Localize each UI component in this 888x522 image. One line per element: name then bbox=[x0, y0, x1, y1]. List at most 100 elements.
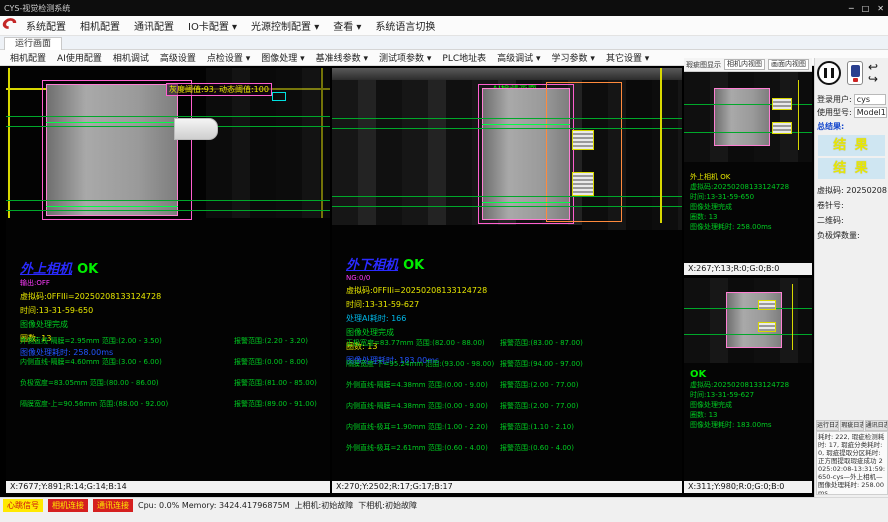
measurement-row: 外侧直线-极耳=2.61mm 范围:(0.60 - 4.00) 报警范围:(0.… bbox=[332, 443, 682, 464]
thumb-header: 瑕疵图显示 相机内视图 画面内视图 bbox=[684, 58, 812, 72]
thumb-camera-view-2[interactable]: OK 虚拟码:20250208133124728 时间:13-31-59-627… bbox=[684, 278, 812, 493]
middle-barcode-text: 虚拟码:0FFIIi=20250208133124728 bbox=[346, 285, 487, 296]
tool-plc-address-table[interactable]: PLC地址表 bbox=[442, 51, 486, 64]
middle-done-text: 图像处理完成 bbox=[346, 327, 487, 338]
thumb-line: 图像处理完成 bbox=[690, 202, 789, 212]
close-icon[interactable]: ✕ bbox=[877, 4, 884, 13]
menu-light-config[interactable]: 光源控制配置 ▾ bbox=[251, 18, 319, 33]
battery-cell-image bbox=[714, 88, 770, 146]
measure-line bbox=[482, 202, 570, 203]
middle-camera-title: 外下相机 bbox=[346, 258, 398, 273]
tool-other-settings[interactable]: 其它设置 ▾ bbox=[606, 51, 649, 64]
thumb-line: 虚拟码:20250208133124728 bbox=[690, 380, 789, 390]
tool-camera-debug[interactable]: 相机调试 bbox=[113, 51, 149, 64]
login-user-label: 登录用户: bbox=[817, 94, 852, 105]
measure-line bbox=[332, 128, 682, 129]
weld-spot-image bbox=[572, 172, 594, 196]
overlay-yellow-line bbox=[660, 68, 662, 223]
sidebar-icon-row: ↩↪ bbox=[815, 58, 888, 92]
menu-io-config[interactable]: IO卡配置 ▾ bbox=[188, 18, 237, 33]
measurement-row: 内侧直线-隔膜=4.60mm 范围:(3.00 - 6.00) 报警范围:(0.… bbox=[6, 357, 330, 378]
camera-icon bbox=[851, 65, 860, 77]
left-camera-title: 外上相机 bbox=[20, 262, 72, 277]
measure-text: 内侧直线-极耳=1.90mm 范围:(1.00 - 2.20) bbox=[346, 422, 488, 432]
thumb-camera-view-1[interactable]: 外上相机 OK 虚拟码:20250208133124728 时间:13-31-5… bbox=[684, 72, 812, 275]
measurement-row: 外侧直线-隔膜=4.38mm 范围:(0.00 - 9.00) 报警范围:(2.… bbox=[332, 380, 682, 401]
left-camera-view[interactable]: 灰度阈值:93, 动态阈值:100 外上相机 OK 输出:OFF 虚拟码:0FF… bbox=[6, 68, 330, 493]
log-text-area[interactable]: 耗时: 222, 瑕疵检测耗时: 17, 瑕疵分类耗时: 0, 瑕疵提取分区耗时… bbox=[816, 431, 888, 495]
comm-link-badge: 通讯连接 bbox=[93, 499, 133, 512]
result-box-1: 结 果 bbox=[818, 135, 885, 156]
tool-baseline-params[interactable]: 基准线参数 ▾ bbox=[316, 51, 368, 64]
model-label: 使用型号: bbox=[817, 107, 852, 118]
winding-pin-line: 卷针号: bbox=[815, 196, 888, 211]
log-tab-run[interactable]: 运行日志 bbox=[816, 420, 839, 431]
measurement-row: 正极宽度=83.77mm 范围:(82.00 - 88.00) 报警范围:(83… bbox=[332, 338, 682, 359]
tool-test-params[interactable]: 测试项参数 ▾ bbox=[379, 51, 431, 64]
menu-comm-config[interactable]: 通讯配置 bbox=[134, 18, 174, 33]
measure-text: 隔膜宽度-下=95.24mm 范围:(93.00 - 98.00) bbox=[346, 359, 494, 369]
lower-camera-status-text: 下相机:初始故障 bbox=[358, 500, 417, 511]
left-time-text: 时间:13-31-59-650 bbox=[20, 305, 161, 316]
battery-cell-image bbox=[46, 84, 178, 216]
thumb2-text-block: OK 虚拟码:20250208133124728 时间:13-31-59-627… bbox=[690, 370, 789, 430]
roi-orange-box bbox=[546, 82, 622, 222]
camera-inner-view-button[interactable]: 相机内视图 bbox=[724, 59, 765, 70]
threshold-label: 灰度阈值:93, 动态阈值:100 bbox=[166, 83, 272, 96]
tool-image-processing[interactable]: 图像处理 ▾ bbox=[261, 51, 304, 64]
machinery-texture bbox=[332, 68, 682, 80]
measure-text: 内侧直线-隔膜=4.60mm 范围:(3.00 - 6.00) bbox=[20, 357, 162, 367]
login-user-field[interactable]: cys bbox=[854, 94, 886, 105]
pause-button[interactable] bbox=[817, 61, 841, 85]
tool-learning-params[interactable]: 学习参数 ▾ bbox=[552, 51, 595, 64]
undo-arrow-icon[interactable]: ↩↪ bbox=[868, 61, 878, 85]
middle-measurement-rows: 正极宽度=83.77mm 范围:(82.00 - 88.00) 报警范围:(83… bbox=[332, 338, 682, 464]
alarm-text: 报警范围:(89.00 - 91.00) bbox=[234, 399, 317, 409]
measurement-row: 隔膜宽度-下=95.24mm 范围:(93.00 - 98.00) 报警范围:(… bbox=[332, 359, 682, 380]
result-box-2: 结 果 bbox=[818, 158, 885, 179]
middle-coords-bar: X:270;Y:2502;R:17;G:17;B:17 bbox=[332, 481, 682, 493]
maximize-icon[interactable]: □ bbox=[862, 4, 870, 13]
tool-advanced-settings[interactable]: 高级设置 bbox=[160, 51, 196, 64]
left-coords-bar: X:7677;Y:891;R:14;G:14;B:14 bbox=[6, 481, 330, 493]
measure-text: 负极宽度=83.05mm 范围:(80.00 - 86.00) bbox=[20, 378, 159, 388]
alarm-text: 报警范围:(2.00 - 77.00) bbox=[500, 380, 578, 390]
menu-camera-config[interactable]: 相机配置 bbox=[80, 18, 120, 33]
tool-spotcheck-settings[interactable]: 点检设置 ▾ bbox=[207, 51, 250, 64]
measure-line bbox=[332, 196, 682, 197]
left-camera-status: OK bbox=[77, 262, 98, 277]
screen-inner-view-button[interactable]: 画面内视图 bbox=[768, 59, 809, 70]
weld-spot-image bbox=[772, 122, 792, 134]
weld-spot-image bbox=[758, 322, 776, 332]
tab-run-screen[interactable]: 运行画面 bbox=[4, 37, 62, 50]
heartbeat-badge: 心跳信号 bbox=[3, 499, 43, 512]
middle-camera-view[interactable]: AI检测画面 外下相机 OK NG:0/0 虚拟码:0FFIIi=2025020… bbox=[332, 68, 682, 493]
measure-line bbox=[684, 104, 812, 105]
measure-text: 外侧直线-隔膜=2.95mm 范围:(2.00 - 3.50) bbox=[20, 336, 162, 346]
model-field[interactable]: Model1 bbox=[854, 107, 887, 118]
menu-system-config[interactable]: 系统配置 bbox=[26, 18, 66, 33]
measurement-row: 内侧直线-隔膜=4.38mm 范围:(0.00 - 9.00) 报警范围:(2.… bbox=[332, 401, 682, 422]
log-tab-comm[interactable]: 通讯日志 bbox=[865, 420, 888, 431]
middle-signal-text: NG:0/0 bbox=[346, 274, 487, 282]
minimize-icon[interactable]: ─ bbox=[849, 4, 854, 13]
alarm-text: 报警范围:(1.10 - 2.10) bbox=[500, 422, 574, 432]
alarm-text: 报警范围:(81.00 - 85.00) bbox=[234, 378, 317, 388]
alarm-text: 报警范围:(83.00 - 87.00) bbox=[500, 338, 583, 348]
tool-camera-config[interactable]: 相机配置 bbox=[10, 51, 46, 64]
weld-spot-image bbox=[758, 300, 776, 310]
measure-line bbox=[6, 116, 330, 117]
tool-ai-config[interactable]: AI使用配置 bbox=[57, 51, 102, 64]
menu-view[interactable]: 查看 ▾ bbox=[333, 18, 361, 33]
log-tab-defect[interactable]: 瑕疵日志 bbox=[840, 420, 863, 431]
left-signal-text: 输出:OFF bbox=[20, 278, 161, 288]
negative-weld-count-line: 负极焊数量: bbox=[815, 226, 888, 241]
measurement-row: 负极宽度=83.05mm 范围:(80.00 - 86.00) 报警范围:(81… bbox=[6, 378, 330, 399]
middle-camera-status: OK bbox=[403, 258, 424, 273]
camera-tool-button[interactable] bbox=[847, 61, 863, 85]
cpu-memory-text: Cpu: 0.0% Memory: 3424.41796875M bbox=[138, 501, 290, 510]
app-window: CYS-视觉检测系统 ─ □ ✕ 系统配置 相机配置 通讯配置 IO卡配置 ▾ … bbox=[0, 0, 888, 522]
tool-advanced-debug[interactable]: 高级调试 ▾ bbox=[497, 51, 540, 64]
menu-language-switch[interactable]: 系统语言切换 bbox=[375, 18, 435, 33]
nozzle-image bbox=[174, 118, 218, 140]
